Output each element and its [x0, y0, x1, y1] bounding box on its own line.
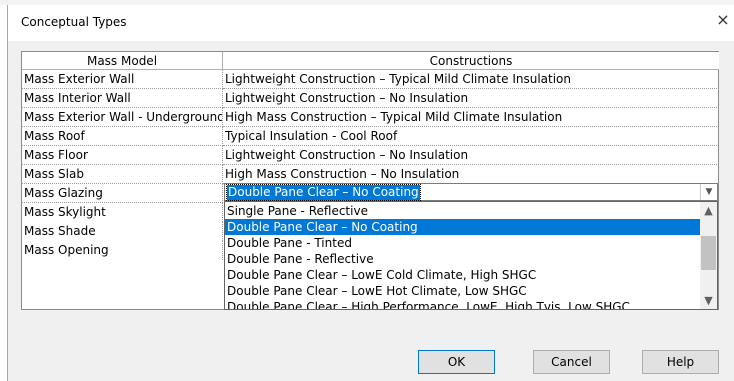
dropdown-option[interactable]: Double Pane Clear – High Performance, Lo… [225, 299, 700, 309]
help-button[interactable]: Help [642, 350, 719, 374]
table-row[interactable]: Mass Slab High Mass Construction – No In… [22, 165, 719, 184]
mass-model-cell: Mass Skylight [22, 203, 223, 222]
mass-model-cell: Mass Slab [22, 165, 223, 184]
scrollbar-thumb[interactable] [701, 236, 716, 270]
mass-model-cell: Mass Exterior Wall [22, 70, 223, 89]
table-row[interactable]: Mass Floor Lightweight Construction – No… [22, 146, 719, 165]
construction-cell[interactable]: Lightweight Construction – No Insulation [223, 146, 719, 165]
dropdown-option[interactable]: Double Pane - Reflective [225, 251, 700, 267]
construction-cell[interactable]: High Mass Construction – No Insulation [223, 165, 719, 184]
ok-button[interactable]: OK [418, 350, 495, 374]
mass-model-cell: Mass Opening [22, 241, 223, 260]
dropdown-option[interactable]: Double Pane Clear – LowE Hot Climate, Lo… [225, 283, 700, 299]
table-row[interactable]: Mass Roof Typical Insulation - Cool Roof [22, 127, 719, 146]
mass-model-cell: Mass Glazing [22, 184, 223, 203]
chevron-down-icon[interactable]: ▼ [700, 184, 717, 200]
close-icon[interactable]: × [715, 12, 731, 28]
dropdown-option[interactable]: Double Pane Clear – LowE Cold Climate, H… [225, 267, 700, 283]
construction-cell[interactable]: Typical Insulation - Cool Roof [223, 127, 719, 146]
dropdown-option[interactable]: Double Pane - Tinted [225, 235, 700, 251]
column-header-mass-model[interactable]: Mass Model [22, 52, 223, 70]
construction-cell[interactable]: Lightweight Construction – No Insulation [223, 89, 719, 108]
mass-model-cell: Mass Interior Wall [22, 89, 223, 108]
cancel-button[interactable]: Cancel [533, 350, 610, 374]
mass-model-cell: Mass Roof [22, 127, 223, 146]
table-row[interactable]: Mass Exterior Wall - Underground High Ma… [22, 108, 719, 127]
dialog-client-area: Mass Model Constructions Mass Exterior W… [8, 41, 734, 381]
mass-model-cell: Mass Exterior Wall - Underground [22, 108, 223, 127]
dropdown-scrollbar[interactable]: ▲ ▼ [700, 202, 717, 309]
mass-model-cell: Mass Floor [22, 146, 223, 165]
mass-model-cell: Mass Shade [22, 222, 223, 241]
table-row[interactable]: Mass Interior Wall Lightweight Construct… [22, 89, 719, 108]
constructions-table: Mass Model Constructions Mass Exterior W… [21, 51, 719, 310]
construction-cell[interactable]: Lightweight Construction – Typical Mild … [223, 70, 719, 89]
dialog-title: Conceptual Types [21, 15, 127, 29]
column-header-constructions[interactable]: Constructions [223, 52, 719, 70]
title-bar: Conceptual Types × [8, 5, 734, 41]
dropdown-option-selected[interactable]: Double Pane Clear – No Coating [225, 219, 700, 235]
dropdown-option[interactable]: Single Pane - Reflective [225, 203, 700, 219]
chevron-up-icon[interactable]: ▲ [700, 202, 717, 219]
combo-selected-value[interactable]: Double Pane Clear – No Coating [226, 184, 421, 201]
construction-combo[interactable]: Double Pane Clear – No Coating ▼ [224, 183, 718, 201]
conceptual-types-dialog: Conceptual Types × Mass Model Constructi… [7, 5, 734, 381]
construction-cell[interactable]: High Mass Construction – Typical Mild Cl… [223, 108, 719, 127]
chevron-down-icon[interactable]: ▼ [700, 292, 717, 309]
construction-dropdown-list[interactable]: Single Pane - Reflective Double Pane Cle… [224, 201, 718, 310]
table-row[interactable]: Mass Exterior Wall Lightweight Construct… [22, 70, 719, 89]
